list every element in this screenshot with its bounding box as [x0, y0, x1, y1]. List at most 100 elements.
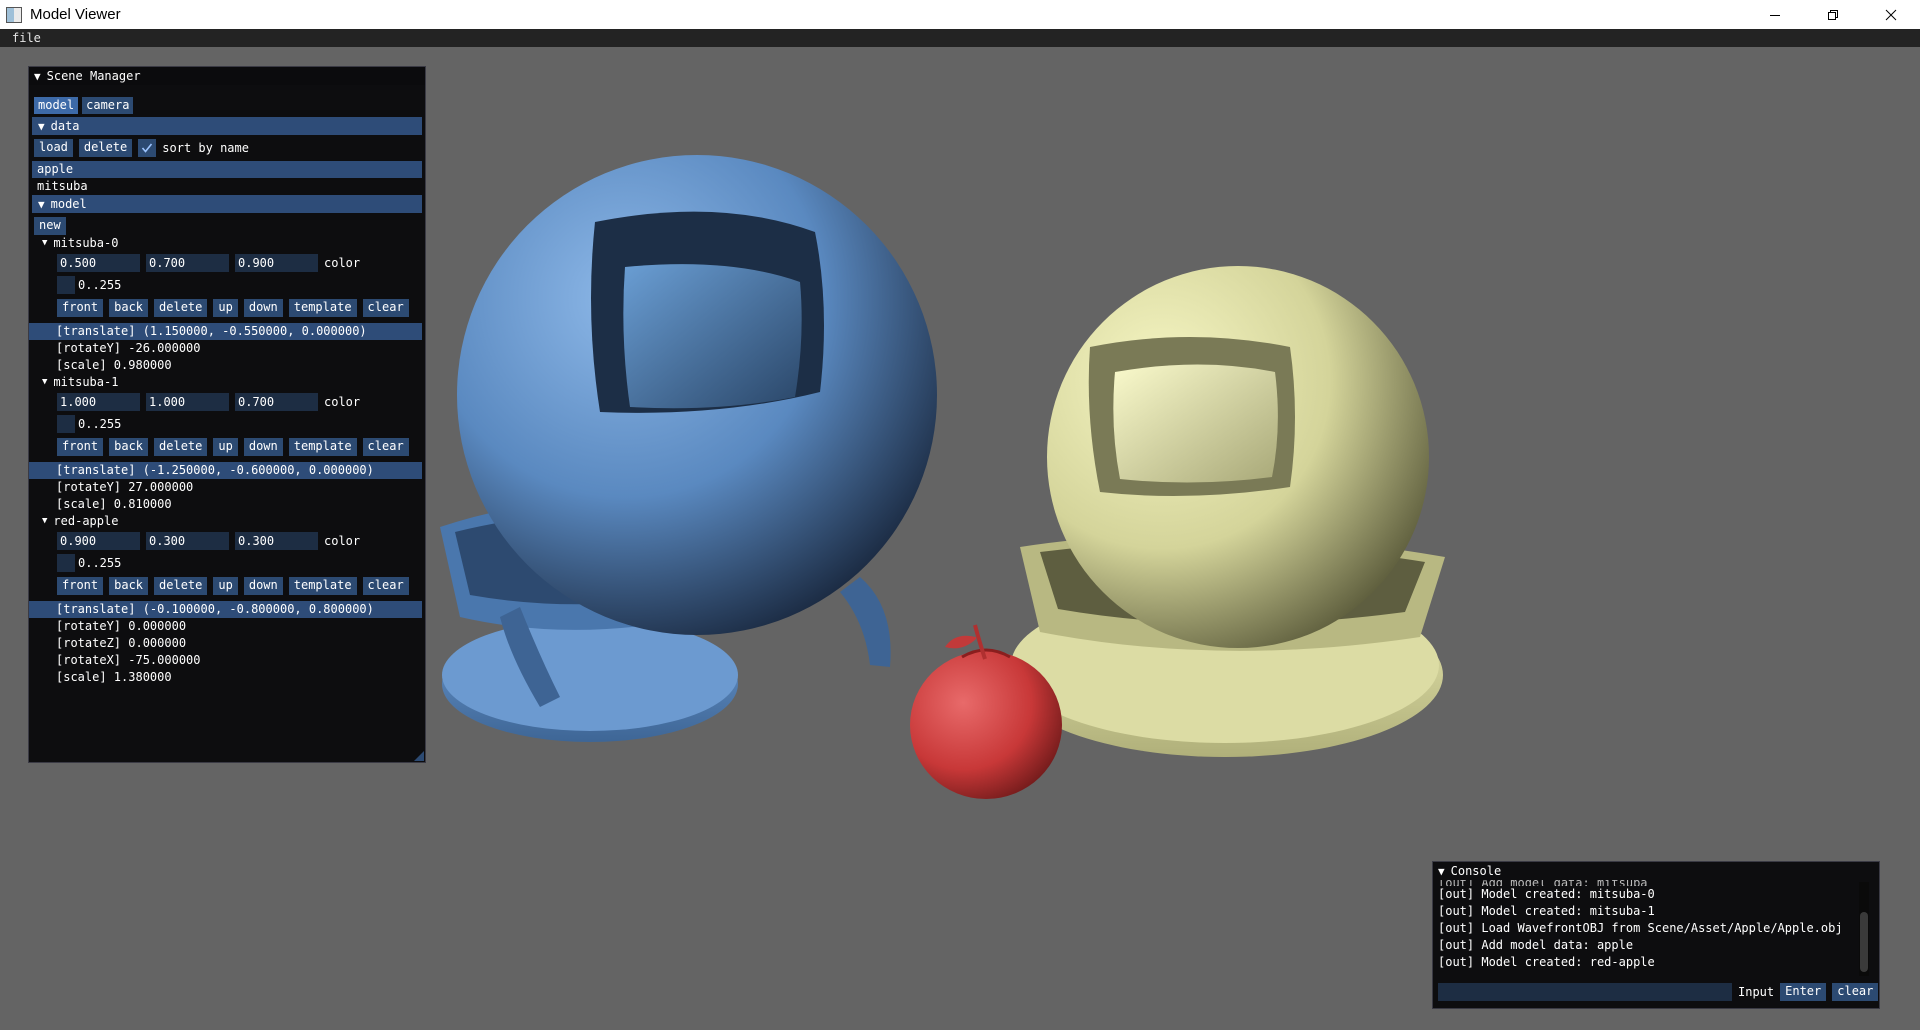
- minimize-icon: [1770, 14, 1780, 16]
- collapse-icon[interactable]: ▼: [1438, 865, 1445, 878]
- delete-model-button[interactable]: delete: [154, 438, 208, 456]
- model-name: mitsuba-0: [53, 236, 119, 250]
- front-button[interactable]: front: [57, 577, 104, 595]
- tab-model[interactable]: model: [34, 97, 79, 114]
- collapse-icon[interactable]: ▼: [42, 374, 47, 391]
- console-input[interactable]: [1438, 983, 1732, 1001]
- title-bar: Model Viewer: [0, 0, 1920, 29]
- mitsuba-1-model: [1007, 266, 1445, 757]
- console-input-row: Input Enter clear: [1438, 983, 1879, 1001]
- model-node-mitsuba-0[interactable]: ▼ mitsuba-0: [29, 235, 425, 252]
- up-button[interactable]: up: [213, 438, 238, 456]
- data-toolbar: load delete sort by name: [29, 135, 425, 157]
- color-r-input[interactable]: 0.900: [57, 532, 140, 550]
- model-section-header[interactable]: ▼ model: [32, 195, 422, 213]
- transform-item[interactable]: [rotateY] 27.000000: [29, 479, 425, 496]
- close-button[interactable]: [1862, 0, 1920, 29]
- clear-button[interactable]: clear: [362, 577, 409, 595]
- color-g-input[interactable]: 1.000: [146, 393, 229, 411]
- collapse-icon[interactable]: ▼: [34, 70, 41, 83]
- console-log: [out] Add model data: mitsuba [out] Mode…: [1438, 880, 1856, 976]
- transform-item[interactable]: [scale] 0.810000: [29, 496, 425, 513]
- range-label: 0..255: [78, 278, 122, 292]
- tab-bar: model camera: [29, 85, 425, 114]
- color-label: color: [324, 534, 361, 548]
- range-label: 0..255: [78, 556, 122, 570]
- up-button[interactable]: up: [213, 299, 238, 317]
- color-g-input[interactable]: 0.300: [146, 532, 229, 550]
- range-label: 0..255: [78, 417, 122, 431]
- sort-label: sort by name: [162, 141, 249, 155]
- color-g-input[interactable]: 0.700: [146, 254, 229, 272]
- clear-button[interactable]: clear: [362, 438, 409, 456]
- input-label: Input: [1738, 985, 1775, 999]
- back-button[interactable]: back: [109, 438, 149, 456]
- color-swatch[interactable]: [57, 276, 75, 294]
- down-button[interactable]: down: [243, 577, 283, 595]
- scene-manager-title-bar[interactable]: ▼ Scene Manager: [29, 67, 425, 85]
- down-button[interactable]: down: [243, 299, 283, 317]
- log-line: [out] Model created: mitsuba-1: [1438, 904, 1655, 918]
- transform-item[interactable]: [rotateY] 0.000000: [29, 618, 425, 635]
- transform-item[interactable]: [translate] (1.150000, -0.550000, 0.0000…: [29, 323, 422, 340]
- console-clear-button[interactable]: clear: [1832, 983, 1879, 1001]
- template-button[interactable]: template: [288, 299, 357, 317]
- transform-item[interactable]: [scale] 0.980000: [29, 357, 425, 374]
- log-line: [out] Load WavefrontOBJ from Scene/Asset…: [1438, 921, 1843, 935]
- data-item-apple[interactable]: apple: [32, 161, 422, 178]
- front-button[interactable]: front: [57, 299, 104, 317]
- collapse-icon[interactable]: ▼: [42, 513, 47, 530]
- check-icon: [142, 143, 153, 153]
- new-model-button[interactable]: new: [34, 217, 66, 235]
- template-button[interactable]: template: [288, 438, 357, 456]
- scroll-thumb[interactable]: [1860, 912, 1868, 972]
- model-node-mitsuba-1[interactable]: ▼ mitsuba-1: [29, 374, 425, 391]
- transform-item[interactable]: [translate] (-1.250000, -0.600000, 0.000…: [29, 462, 422, 479]
- console-panel: ▼ Console [out] Add model data: mitsuba …: [1432, 861, 1880, 1009]
- color-b-input[interactable]: 0.900: [235, 254, 318, 272]
- enter-button[interactable]: Enter: [1780, 983, 1827, 1001]
- color-b-input[interactable]: 0.300: [235, 532, 318, 550]
- back-button[interactable]: back: [109, 577, 149, 595]
- tab-camera[interactable]: camera: [82, 97, 134, 114]
- transform-item[interactable]: [rotateZ] 0.000000: [29, 635, 425, 652]
- load-button[interactable]: load: [34, 139, 73, 157]
- delete-button[interactable]: delete: [78, 139, 133, 157]
- model-actions: front back delete up down template clear: [29, 435, 425, 459]
- color-r-input[interactable]: 1.000: [57, 393, 140, 411]
- restore-button[interactable]: [1804, 0, 1862, 29]
- transform-item[interactable]: [scale] 1.380000: [29, 669, 425, 686]
- log-line: [out] Model created: red-apple: [1438, 955, 1655, 969]
- color-b-input[interactable]: 0.700: [235, 393, 318, 411]
- minimize-button[interactable]: [1746, 0, 1804, 29]
- delete-model-button[interactable]: delete: [154, 299, 208, 317]
- console-scrollbar[interactable]: [1859, 882, 1869, 976]
- template-button[interactable]: template: [288, 577, 357, 595]
- model-toolbar: new: [29, 213, 425, 235]
- color-r-input[interactable]: 0.500: [57, 254, 140, 272]
- color-swatch[interactable]: [57, 554, 75, 572]
- data-section-header[interactable]: ▼ data: [32, 117, 422, 135]
- resize-grip[interactable]: [414, 751, 424, 761]
- back-button[interactable]: back: [109, 299, 149, 317]
- front-button[interactable]: front: [57, 438, 104, 456]
- delete-model-button[interactable]: delete: [154, 577, 208, 595]
- clear-button[interactable]: clear: [362, 299, 409, 317]
- data-item-mitsuba[interactable]: mitsuba: [32, 178, 422, 195]
- down-button[interactable]: down: [243, 438, 283, 456]
- sort-checkbox[interactable]: [138, 139, 157, 157]
- collapse-icon[interactable]: ▼: [42, 235, 47, 252]
- range-row: 0..255: [29, 552, 425, 574]
- transform-item[interactable]: [rotateX] -75.000000: [29, 652, 425, 669]
- color-fields: 1.000 1.000 0.700 color: [29, 391, 425, 413]
- console-title: Console: [1450, 864, 1502, 878]
- close-icon: [1885, 9, 1897, 20]
- transform-item[interactable]: [translate] (-0.100000, -0.800000, 0.800…: [29, 601, 422, 618]
- console-title-bar[interactable]: ▼ Console: [1433, 862, 1879, 880]
- model-node-red-apple[interactable]: ▼ red-apple: [29, 513, 425, 530]
- scene-manager-panel: ▼ Scene Manager model camera ▼ data load…: [28, 66, 426, 763]
- up-button[interactable]: up: [213, 577, 238, 595]
- color-swatch[interactable]: [57, 415, 75, 433]
- transform-item[interactable]: [rotateY] -26.000000: [29, 340, 425, 357]
- menu-file[interactable]: file: [0, 31, 53, 45]
